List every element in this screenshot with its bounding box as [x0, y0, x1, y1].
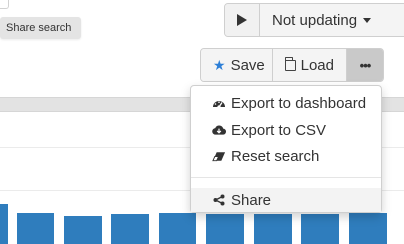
search-actions: ★ Save Load ••• — [200, 48, 384, 82]
histogram-bar — [206, 214, 244, 244]
load-label: Load — [300, 56, 334, 74]
eraser-icon — [212, 149, 226, 163]
update-interval-dropdown[interactable]: Not updating — [260, 4, 404, 36]
share-icon — [212, 193, 226, 207]
histogram-bar — [159, 213, 196, 244]
menu-item-export-csv[interactable]: Export to CSV — [191, 118, 381, 142]
cloud-download-icon — [212, 123, 226, 137]
menu-item-label: Share — [231, 191, 272, 209]
play-icon — [237, 14, 247, 26]
histogram-bar — [349, 213, 387, 244]
panel-corner — [0, 0, 9, 9]
more-dots-icon: ••• — [359, 57, 372, 73]
histogram-bar — [0, 204, 8, 244]
menu-item-reset-search[interactable]: Reset search — [191, 144, 381, 168]
save-button[interactable]: ★ Save — [201, 49, 273, 81]
menu-divider — [191, 177, 381, 178]
play-button[interactable] — [225, 4, 260, 36]
more-actions-button[interactable]: ••• — [347, 49, 383, 81]
update-status-label: Not updating — [272, 11, 358, 29]
menu-item-label: Export to CSV — [231, 121, 327, 139]
histogram-bar — [254, 214, 292, 244]
caret-down-icon — [363, 17, 372, 23]
dashboard-icon — [212, 96, 226, 110]
star-icon: ★ — [213, 56, 226, 73]
update-control: Not updating — [224, 3, 404, 37]
histogram-bar — [64, 216, 102, 244]
share-search-tooltip: Share search — [0, 17, 81, 39]
histogram-bar — [17, 213, 54, 244]
menu-item-label: Reset search — [231, 147, 320, 165]
more-actions-menu: Export to dashboard Export to CSV Reset … — [190, 85, 382, 213]
menu-item-label: Export to dashboard — [231, 94, 367, 112]
menu-item-share[interactable]: Share — [191, 188, 381, 212]
histogram-bar — [111, 214, 149, 244]
load-button[interactable]: Load — [273, 49, 347, 81]
histogram-bar — [301, 214, 339, 244]
folder-icon — [285, 56, 296, 71]
tooltip-text: Share search — [6, 22, 72, 34]
menu-item-export-dashboard[interactable]: Export to dashboard — [191, 91, 381, 115]
save-label: Save — [230, 56, 265, 74]
